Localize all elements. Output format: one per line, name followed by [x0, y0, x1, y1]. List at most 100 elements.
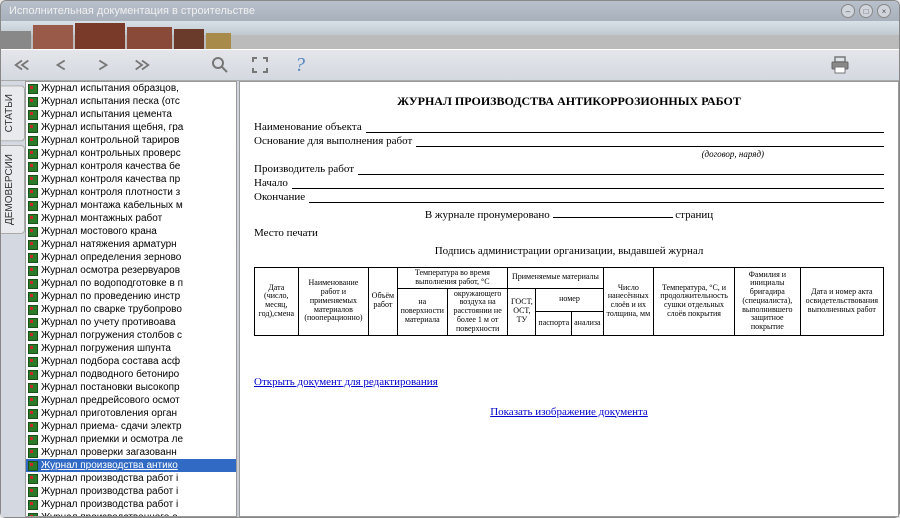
th-temp-surface: на поверхности материала	[397, 288, 447, 335]
tree-item[interactable]: Журнал приемки и осмотра ле	[26, 433, 236, 446]
note-basis: (договор, наряд)	[254, 149, 884, 159]
tree-item[interactable]: Журнал производственного о	[26, 511, 236, 517]
tree-item[interactable]: Журнал контроля плотности з	[26, 186, 236, 199]
tree-item[interactable]: Журнал производства работ і	[26, 498, 236, 511]
tree-item[interactable]: Журнал испытания щебня, гра	[26, 121, 236, 134]
tree-item[interactable]: Журнал по водоподготовке в п	[26, 277, 236, 290]
signature-label: Подпись администрации организации, выдав…	[254, 245, 884, 257]
tree-item-label: Журнал определения зерново	[41, 252, 181, 263]
tree-item[interactable]: Журнал производства работ і	[26, 472, 236, 485]
window-title: Исполнительная документация в строительс…	[9, 5, 255, 17]
tree-item-label: Журнал контрольной тариров	[41, 135, 179, 146]
blank-line	[358, 164, 884, 175]
tree-item[interactable]: Журнал постановки высокопр	[26, 381, 236, 394]
nav-prev-icon[interactable]	[51, 54, 73, 76]
label-contractor: Производитель работ	[254, 163, 354, 175]
document-icon	[28, 487, 38, 497]
pages-suffix: страниц	[675, 209, 713, 221]
tree-item[interactable]: Журнал осмотра резервуаров	[26, 264, 236, 277]
tree-item-label: Журнал постановки высокопр	[41, 382, 180, 393]
th-materials-group: Применяемые материалы	[508, 268, 603, 289]
search-icon[interactable]	[209, 54, 231, 76]
document-icon	[28, 123, 38, 133]
tree-item[interactable]: Журнал испытания песка (отс	[26, 95, 236, 108]
tree-item-label: Журнал погружения шпунта	[41, 343, 171, 354]
stamp-label: Место печати	[254, 227, 884, 239]
close-button[interactable]: ×	[877, 4, 891, 18]
tree-item[interactable]: Журнал подводного бетониро	[26, 368, 236, 381]
tab-articles[interactable]: СТАТЬИ	[1, 85, 25, 141]
document-icon	[28, 84, 38, 94]
content-panel: ЖУРНАЛ ПРОИЗВОДСТВА АНТИКОРРОЗИОННЫХ РАБ…	[239, 81, 899, 517]
body-area: СТАТЬИ ДЕМОВЕРСИИ Журнал испытания образ…	[1, 81, 899, 517]
pages-prefix: В журнале пронумеровано	[425, 209, 550, 221]
banner-image	[1, 21, 899, 49]
row-contractor: Производитель работ	[254, 163, 884, 175]
tree-item-label: Журнал контроля качества пр	[41, 174, 180, 185]
help-icon[interactable]: ?	[289, 54, 311, 76]
tree-item[interactable]: Журнал приготовления орган	[26, 407, 236, 420]
tree-item[interactable]: Журнал приема- сдачи электр	[26, 420, 236, 433]
tree-item-label: Журнал по учету противоава	[41, 317, 176, 328]
tree-item-label: Журнал контроля качества бе	[41, 161, 180, 172]
tree-item-label: Журнал производства работ і	[41, 499, 178, 510]
tree-item[interactable]: Журнал погружения шпунта	[26, 342, 236, 355]
fit-icon[interactable]	[249, 54, 271, 76]
tree-item[interactable]: Журнал по сварке трубопрово	[26, 303, 236, 316]
link-edit-document[interactable]: Открыть документ для редактирования	[254, 376, 884, 388]
tree-item[interactable]: Журнал по проведению инстр	[26, 290, 236, 303]
link-show-image[interactable]: Показать изображение документа	[254, 406, 884, 418]
tree-item-label: Журнал приготовления орган	[41, 408, 177, 419]
tree-item[interactable]: Журнал контрольной тариров	[26, 134, 236, 147]
document-icon	[28, 227, 38, 237]
document-icon	[28, 383, 38, 393]
th-works: Наименование работ и применяемых материа…	[298, 268, 369, 336]
tree-item-label: Журнал контроля плотности з	[41, 187, 180, 198]
tree-item-label: Журнал испытания образцов,	[41, 83, 179, 94]
tree-item-label: Журнал натяжения арматурн	[41, 239, 177, 250]
tree-item-label: Журнал погружения столбов с	[41, 330, 182, 341]
tree-item[interactable]: Журнал предрейсового осмот	[26, 394, 236, 407]
document-icon	[28, 175, 38, 185]
maximize-button[interactable]: □	[859, 4, 873, 18]
print-icon[interactable]	[829, 54, 851, 76]
tree-item[interactable]: Журнал проверки загазованн	[26, 446, 236, 459]
nav-last-icon[interactable]	[131, 54, 153, 76]
tree-item[interactable]: Журнал контроля качества пр	[26, 173, 236, 186]
tree-item-label: Журнал проверки загазованн	[41, 447, 177, 458]
tree-item[interactable]: Журнал производства работ і	[26, 485, 236, 498]
tree-item[interactable]: Журнал производства антико	[26, 459, 236, 472]
document-icon	[28, 110, 38, 120]
tree-item[interactable]: Журнал мостового крана	[26, 225, 236, 238]
nav-first-icon[interactable]	[11, 54, 33, 76]
tree-item[interactable]: Журнал подбора состава асф	[26, 355, 236, 368]
document-icon	[28, 214, 38, 224]
document-icon	[28, 409, 38, 419]
tree-item-label: Журнал испытания песка (отс	[41, 96, 180, 107]
document-icon	[28, 266, 38, 276]
tree-item[interactable]: Журнал по учету противоава	[26, 316, 236, 329]
tree-item-label: Журнал по проведению инстр	[41, 291, 180, 302]
th-analysis: анализа	[572, 312, 603, 336]
tree-panel[interactable]: Журнал испытания образцов, Журнал испытан…	[25, 81, 237, 517]
tree-item[interactable]: Журнал контроля качества бе	[26, 160, 236, 173]
tree-item[interactable]: Журнал монтажных работ	[26, 212, 236, 225]
tree-item[interactable]: Журнал испытания образцов,	[26, 82, 236, 95]
document-icon	[28, 149, 38, 159]
tree-item[interactable]: Журнал испытания цемента	[26, 108, 236, 121]
minimize-button[interactable]: –	[841, 4, 855, 18]
tree-item[interactable]: Журнал погружения столбов с	[26, 329, 236, 342]
th-drying: Температура, °C, и продолжительность суш…	[654, 268, 735, 336]
th-number-group: номер	[536, 288, 603, 311]
tree-item-label: Журнал испытания цемента	[41, 109, 172, 120]
tab-demos[interactable]: ДЕМОВЕРСИИ	[1, 145, 25, 234]
th-date: Дата (число, месяц, год),смена	[255, 268, 299, 336]
tree-item[interactable]: Журнал определения зерново	[26, 251, 236, 264]
nav-next-icon[interactable]	[91, 54, 113, 76]
tree-item[interactable]: Журнал натяжения арматурн	[26, 238, 236, 251]
tree-item[interactable]: Журнал монтажа кабельных м	[26, 199, 236, 212]
tree-item[interactable]: Журнал контрольных проверс	[26, 147, 236, 160]
tree-item-label: Журнал испытания щебня, гра	[41, 122, 183, 133]
blank-line	[309, 192, 884, 203]
document-icon	[28, 97, 38, 107]
